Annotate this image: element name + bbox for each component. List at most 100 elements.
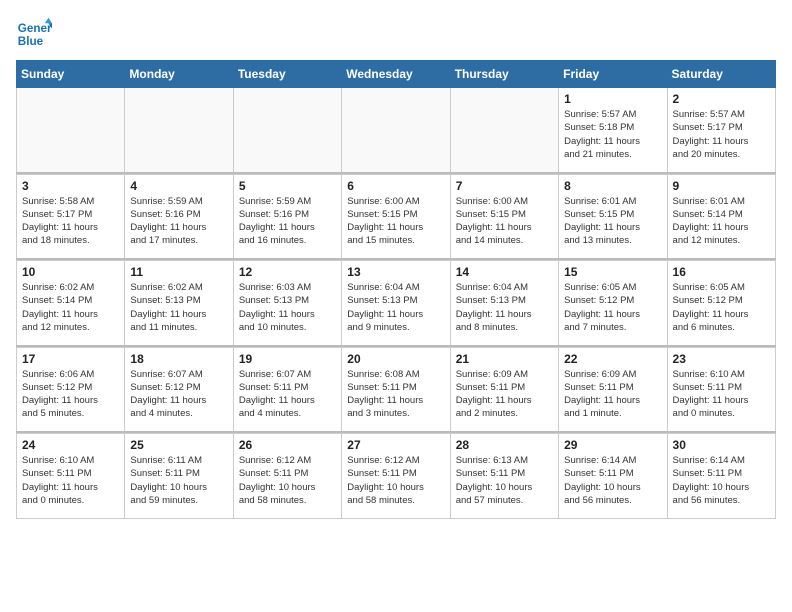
calendar-cell: 23Sunrise: 6:10 AM Sunset: 5:11 PM Dayli… <box>667 347 775 432</box>
day-info: Sunrise: 6:02 AM Sunset: 5:14 PM Dayligh… <box>22 281 119 334</box>
weekday-header-thursday: Thursday <box>450 61 558 88</box>
weekday-header-sunday: Sunday <box>17 61 125 88</box>
day-info: Sunrise: 6:13 AM Sunset: 5:11 PM Dayligh… <box>456 454 553 507</box>
day-info: Sunrise: 5:59 AM Sunset: 5:16 PM Dayligh… <box>130 195 227 248</box>
calendar-cell: 13Sunrise: 6:04 AM Sunset: 5:13 PM Dayli… <box>342 261 450 346</box>
calendar-cell: 5 Sunrise: 5:59 AM Sunset: 5:16 PM Daylig… <box>233 174 341 259</box>
day-info: Sunrise: 6:01 AM Sunset: 5:15 PM Dayligh… <box>564 195 661 248</box>
day-number: 16 <box>673 265 770 279</box>
calendar-cell <box>342 88 450 173</box>
calendar-cell: 9 Sunrise: 6:01 AM Sunset: 5:14 PM Daylig… <box>667 174 775 259</box>
page-header: General Blue <box>16 16 776 52</box>
svg-text:General: General <box>18 22 52 35</box>
day-info: Sunrise: 6:03 AM Sunset: 5:13 PM Dayligh… <box>239 281 336 334</box>
calendar-cell: 10Sunrise: 6:02 AM Sunset: 5:14 PM Dayli… <box>17 261 125 346</box>
calendar-cell: 3 Sunrise: 5:58 AM Sunset: 5:17 PM Daylig… <box>17 174 125 259</box>
day-number: 14 <box>456 265 553 279</box>
day-number: 26 <box>239 438 336 452</box>
day-info: Sunrise: 5:59 AM Sunset: 5:16 PM Dayligh… <box>239 195 336 248</box>
calendar-cell: 28 Sunrise: 6:13 AM Sunset: 5:11 PM Dayli… <box>450 434 558 519</box>
calendar-cell <box>125 88 233 173</box>
calendar-week-2: 3 Sunrise: 5:58 AM Sunset: 5:17 PM Daylig… <box>17 174 776 259</box>
day-number: 21 <box>456 352 553 366</box>
calendar-cell: 16 Sunrise: 6:05 AM Sunset: 5:12 PM Dayli… <box>667 261 775 346</box>
calendar-cell: 12 Sunrise: 6:03 AM Sunset: 5:13 PM Dayli… <box>233 261 341 346</box>
day-info: Sunrise: 6:04 AM Sunset: 5:13 PM Dayligh… <box>456 281 553 334</box>
day-info: Sunrise: 6:09 AM Sunset: 5:11 PM Dayligh… <box>456 368 553 421</box>
day-number: 2 <box>673 92 770 106</box>
day-info: Sunrise: 6:12 AM Sunset: 5:11 PM Dayligh… <box>239 454 336 507</box>
calendar-week-4: 17 Sunrise: 6:06 AM Sunset: 5:12 PM Dayli… <box>17 347 776 432</box>
day-number: 24 <box>22 438 119 452</box>
weekday-header-row: SundayMondayTuesdayWednesdayThursdayFrid… <box>17 61 776 88</box>
day-number: 17 <box>22 352 119 366</box>
calendar-week-3: 10Sunrise: 6:02 AM Sunset: 5:14 PM Dayli… <box>17 261 776 346</box>
calendar-cell: 11 Sunrise: 6:02 AM Sunset: 5:13 PM Dayli… <box>125 261 233 346</box>
calendar-cell: 26 Sunrise: 6:12 AM Sunset: 5:11 PM Dayli… <box>233 434 341 519</box>
calendar-cell: 27 Sunrise: 6:12 AM Sunset: 5:11 PM Dayli… <box>342 434 450 519</box>
day-number: 15 <box>564 265 661 279</box>
day-number: 30 <box>673 438 770 452</box>
day-number: 6 <box>347 179 444 193</box>
calendar-table: SundayMondayTuesdayWednesdayThursdayFrid… <box>16 60 776 519</box>
day-info: Sunrise: 6:02 AM Sunset: 5:13 PM Dayligh… <box>130 281 227 334</box>
weekday-header-saturday: Saturday <box>667 61 775 88</box>
day-number: 19 <box>239 352 336 366</box>
day-info: Sunrise: 6:00 AM Sunset: 5:15 PM Dayligh… <box>347 195 444 248</box>
day-number: 8 <box>564 179 661 193</box>
day-info: Sunrise: 6:12 AM Sunset: 5:11 PM Dayligh… <box>347 454 444 507</box>
weekday-header-friday: Friday <box>559 61 667 88</box>
day-info: Sunrise: 6:06 AM Sunset: 5:12 PM Dayligh… <box>22 368 119 421</box>
calendar-cell <box>233 88 341 173</box>
calendar-cell: 17 Sunrise: 6:06 AM Sunset: 5:12 PM Dayli… <box>17 347 125 432</box>
calendar-cell: 14 Sunrise: 6:04 AM Sunset: 5:13 PM Dayli… <box>450 261 558 346</box>
day-info: Sunrise: 6:05 AM Sunset: 5:12 PM Dayligh… <box>673 281 770 334</box>
day-number: 1 <box>564 92 661 106</box>
day-number: 29 <box>564 438 661 452</box>
calendar-cell: 24Sunrise: 6:10 AM Sunset: 5:11 PM Dayli… <box>17 434 125 519</box>
logo: General Blue <box>16 16 52 52</box>
calendar-cell: 4 Sunrise: 5:59 AM Sunset: 5:16 PM Daylig… <box>125 174 233 259</box>
day-info: Sunrise: 6:09 AM Sunset: 5:11 PM Dayligh… <box>564 368 661 421</box>
calendar-cell: 30 Sunrise: 6:14 AM Sunset: 5:11 PM Dayli… <box>667 434 775 519</box>
day-number: 4 <box>130 179 227 193</box>
calendar-week-5: 24Sunrise: 6:10 AM Sunset: 5:11 PM Dayli… <box>17 434 776 519</box>
day-number: 28 <box>456 438 553 452</box>
day-info: Sunrise: 5:57 AM Sunset: 5:18 PM Dayligh… <box>564 108 661 161</box>
logo-icon: General Blue <box>16 16 52 52</box>
day-number: 3 <box>22 179 119 193</box>
day-number: 5 <box>239 179 336 193</box>
day-number: 25 <box>130 438 227 452</box>
day-number: 18 <box>130 352 227 366</box>
day-number: 7 <box>456 179 553 193</box>
calendar-week-1: 1 Sunrise: 5:57 AM Sunset: 5:18 PM Daylig… <box>17 88 776 173</box>
calendar-cell: 7 Sunrise: 6:00 AM Sunset: 5:15 PM Daylig… <box>450 174 558 259</box>
day-number: 12 <box>239 265 336 279</box>
calendar-cell: 20 Sunrise: 6:08 AM Sunset: 5:11 PM Dayli… <box>342 347 450 432</box>
day-info: Sunrise: 6:08 AM Sunset: 5:11 PM Dayligh… <box>347 368 444 421</box>
day-number: 11 <box>130 265 227 279</box>
day-number: 9 <box>673 179 770 193</box>
calendar-cell: 21 Sunrise: 6:09 AM Sunset: 5:11 PM Dayli… <box>450 347 558 432</box>
day-info: Sunrise: 6:00 AM Sunset: 5:15 PM Dayligh… <box>456 195 553 248</box>
day-info: Sunrise: 6:01 AM Sunset: 5:14 PM Dayligh… <box>673 195 770 248</box>
calendar-cell: 29 Sunrise: 6:14 AM Sunset: 5:11 PM Dayli… <box>559 434 667 519</box>
day-info: Sunrise: 6:14 AM Sunset: 5:11 PM Dayligh… <box>673 454 770 507</box>
calendar-cell: 2 Sunrise: 5:57 AM Sunset: 5:17 PM Daylig… <box>667 88 775 173</box>
calendar-cell: 19Sunrise: 6:07 AM Sunset: 5:11 PM Dayli… <box>233 347 341 432</box>
calendar-cell: 8 Sunrise: 6:01 AM Sunset: 5:15 PM Daylig… <box>559 174 667 259</box>
calendar-cell <box>17 88 125 173</box>
calendar-cell: 22Sunrise: 6:09 AM Sunset: 5:11 PM Dayli… <box>559 347 667 432</box>
day-number: 27 <box>347 438 444 452</box>
calendar-cell <box>450 88 558 173</box>
calendar-cell: 15Sunrise: 6:05 AM Sunset: 5:12 PM Dayli… <box>559 261 667 346</box>
calendar-cell: 6 Sunrise: 6:00 AM Sunset: 5:15 PM Daylig… <box>342 174 450 259</box>
calendar-cell: 18Sunrise: 6:07 AM Sunset: 5:12 PM Dayli… <box>125 347 233 432</box>
day-info: Sunrise: 6:04 AM Sunset: 5:13 PM Dayligh… <box>347 281 444 334</box>
weekday-header-wednesday: Wednesday <box>342 61 450 88</box>
day-number: 20 <box>347 352 444 366</box>
day-info: Sunrise: 5:58 AM Sunset: 5:17 PM Dayligh… <box>22 195 119 248</box>
day-info: Sunrise: 6:14 AM Sunset: 5:11 PM Dayligh… <box>564 454 661 507</box>
day-info: Sunrise: 6:10 AM Sunset: 5:11 PM Dayligh… <box>673 368 770 421</box>
day-info: Sunrise: 5:57 AM Sunset: 5:17 PM Dayligh… <box>673 108 770 161</box>
